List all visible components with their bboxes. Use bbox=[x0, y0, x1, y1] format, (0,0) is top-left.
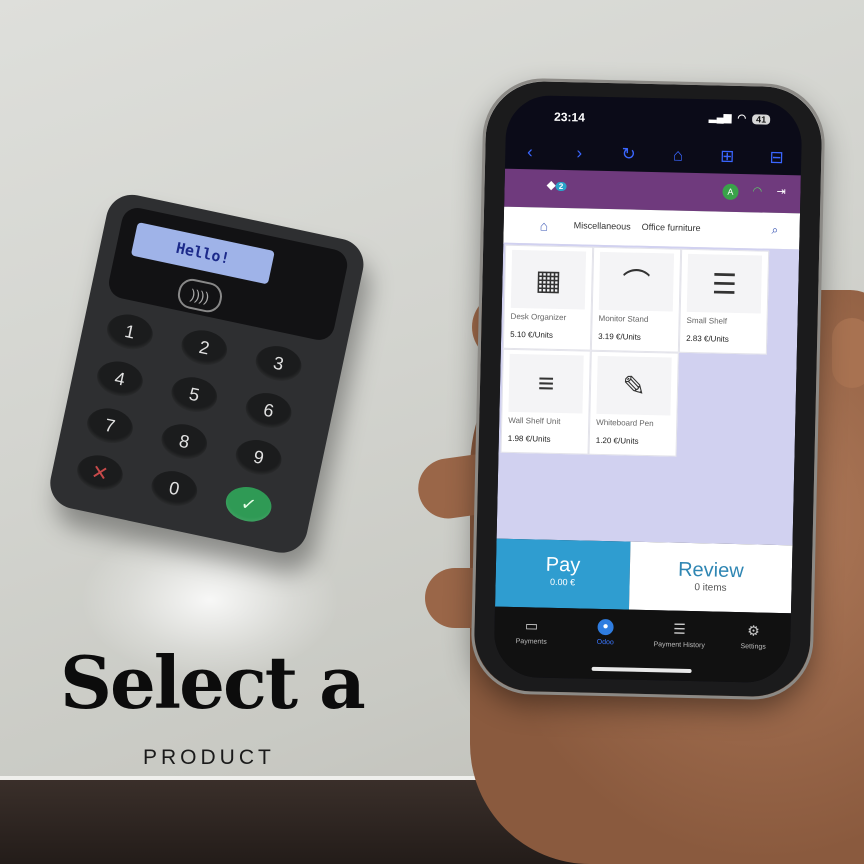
category-office-furniture[interactable]: Office furniture bbox=[642, 222, 701, 233]
forward-icon[interactable]: › bbox=[567, 143, 591, 164]
key-9[interactable]: 9 bbox=[232, 435, 285, 479]
reload-icon[interactable]: ↻ bbox=[616, 144, 640, 165]
search-icon[interactable]: ⌕ bbox=[771, 223, 778, 238]
caption-subtitle: PRODUCT bbox=[143, 746, 275, 769]
review-button[interactable]: Review 0 items bbox=[628, 541, 793, 614]
tab-settings[interactable]: ⚙ Settings bbox=[717, 622, 788, 684]
key-0[interactable]: 0 bbox=[148, 467, 201, 510]
gear-icon: ⚙ bbox=[747, 622, 761, 639]
contactless-icon: )))) bbox=[175, 276, 225, 315]
browser-nav-bar: ‹ › ↻ ⌂ ⊞ ⊟ bbox=[505, 139, 802, 172]
key-1[interactable]: 1 bbox=[103, 310, 156, 354]
status-bar: 23:14 ▂▄▆ ◠ 41 bbox=[506, 95, 803, 136]
product-price: 3.19 €/Units bbox=[598, 331, 641, 342]
product-name: Desk Organizer bbox=[510, 311, 567, 323]
product-grid: ▦ Desk Organizer 5.10 €/Units ⌒ Monitor … bbox=[496, 242, 800, 546]
logout-icon[interactable]: ⇥ bbox=[776, 185, 786, 198]
tabs-icon[interactable]: ⊟ bbox=[764, 148, 788, 169]
product-card[interactable]: ≡ Wall Shelf Unit 1.98 €/Units bbox=[500, 348, 591, 455]
connection-icon: ◠ bbox=[752, 185, 763, 198]
product-card[interactable]: ⌒ Monitor Stand 3.19 €/Units bbox=[590, 246, 682, 353]
key-4[interactable]: 4 bbox=[93, 357, 146, 401]
new-tab-icon[interactable]: ⊞ bbox=[715, 146, 739, 167]
caption-title: Select a bbox=[60, 640, 366, 725]
terminal-keypad: 1 2 3 4 5 6 7 8 9 ✕ 0 ✓ bbox=[73, 310, 316, 528]
key-5[interactable]: 5 bbox=[168, 373, 221, 416]
product-price: 1.20 €/Units bbox=[595, 435, 639, 446]
card-terminal: Hello! )))) 1 2 3 4 5 6 7 8 9 ✕ 0 ✓ bbox=[45, 190, 369, 558]
odoo-icon: ● bbox=[597, 618, 614, 636]
pay-button[interactable]: Pay 0.00 € bbox=[495, 538, 631, 610]
key-8[interactable]: 8 bbox=[158, 420, 211, 463]
desk-organizer-icon: ▦ bbox=[510, 249, 587, 310]
list-icon: ☰ bbox=[673, 620, 687, 637]
tab-label: Payment History bbox=[653, 641, 705, 650]
product-card[interactable]: ☰ Small Shelf 2.83 €/Units bbox=[678, 248, 770, 355]
avatar[interactable]: A bbox=[722, 183, 739, 201]
product-name: Wall Shelf Unit bbox=[508, 415, 561, 427]
category-miscellaneous[interactable]: Miscellaneous bbox=[574, 220, 631, 231]
product-price: 1.98 €/Units bbox=[507, 433, 551, 444]
tab-payments[interactable]: ▭ Payments bbox=[495, 617, 566, 679]
confirm-key[interactable]: ✓ bbox=[222, 482, 275, 526]
tab-label: Odoo bbox=[596, 638, 614, 647]
card-icon: ▭ bbox=[524, 617, 539, 634]
battery-icon: 41 bbox=[752, 113, 771, 125]
finger-right bbox=[832, 318, 864, 388]
app-header: ◆ 2 A ◠ ⇥ bbox=[504, 168, 801, 214]
status-icons: ▂▄▆ ◠ 41 bbox=[708, 112, 771, 125]
product-price: 5.10 €/Units bbox=[510, 329, 553, 340]
product-price: 2.83 €/Units bbox=[686, 333, 729, 344]
tab-label: Payments bbox=[515, 638, 547, 646]
key-2[interactable]: 2 bbox=[178, 326, 231, 370]
product-card[interactable]: ▦ Desk Organizer 5.10 €/Units bbox=[502, 244, 594, 351]
cancel-key[interactable]: ✕ bbox=[73, 451, 126, 495]
product-card[interactable]: ✎ Whiteboard Pen 1.20 €/Units bbox=[588, 350, 679, 457]
pen-icon: ✎ bbox=[596, 355, 672, 416]
smartphone: 23:14 ▂▄▆ ◠ 41 ‹ › ↻ ⌂ ⊞ ⊟ ◆ 2 A ◠ ⇥ ⌂ Mi… bbox=[470, 77, 826, 701]
pay-label: Pay bbox=[545, 553, 581, 577]
review-count: 0 items bbox=[694, 582, 727, 594]
shelf-icon: ☰ bbox=[686, 253, 763, 314]
key-7[interactable]: 7 bbox=[83, 404, 136, 448]
back-icon[interactable]: ‹ bbox=[518, 142, 542, 163]
monitor-stand-icon: ⌒ bbox=[598, 251, 675, 312]
pay-amount: 0.00 € bbox=[549, 576, 576, 588]
home-category-icon[interactable]: ⌂ bbox=[540, 218, 549, 234]
pos-menu-button[interactable]: ◆ 2 bbox=[546, 178, 567, 192]
terminal-display: Hello! bbox=[130, 222, 275, 285]
notification-badge: 2 bbox=[555, 181, 567, 192]
signal-icon: ▂▄▆ bbox=[708, 112, 732, 124]
product-name: Whiteboard Pen bbox=[596, 417, 654, 429]
key-6[interactable]: 6 bbox=[242, 388, 295, 432]
wifi-icon: ◠ bbox=[737, 112, 747, 125]
tab-label: Settings bbox=[740, 643, 766, 651]
wall-shelf-icon: ≡ bbox=[508, 353, 584, 414]
key-3[interactable]: 3 bbox=[252, 342, 305, 385]
home-icon[interactable]: ⌂ bbox=[666, 145, 690, 166]
product-name: Small Shelf bbox=[686, 315, 728, 326]
phone-screen: 23:14 ▂▄▆ ◠ 41 ‹ › ↻ ⌂ ⊞ ⊟ ◆ 2 A ◠ ⇥ ⌂ Mi… bbox=[493, 94, 803, 684]
product-name: Monitor Stand bbox=[598, 313, 649, 324]
status-time: 23:14 bbox=[553, 109, 586, 125]
